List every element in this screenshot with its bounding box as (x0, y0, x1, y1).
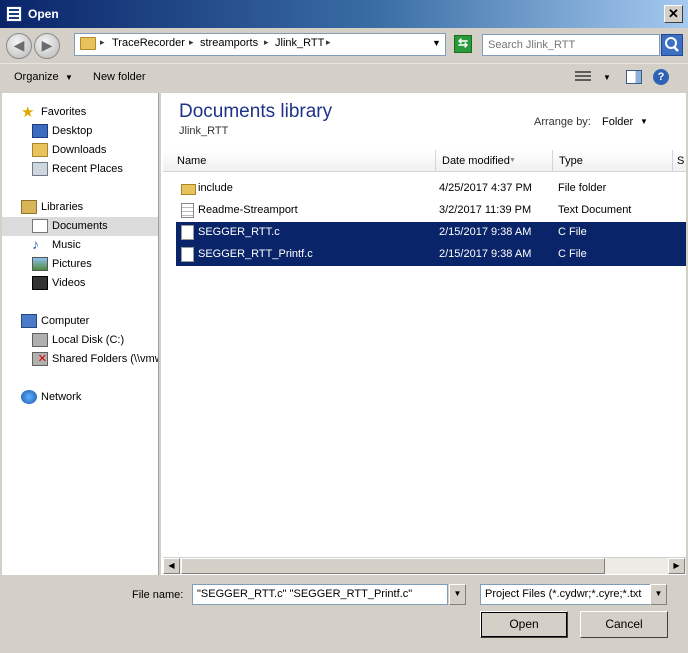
nav-pictures[interactable]: Pictures (2, 255, 158, 274)
file-row[interactable]: include 4/25/2017 4:37 PM File folder (176, 178, 686, 200)
network-icon (21, 390, 37, 404)
nav-music[interactable]: ♪ Music (2, 236, 158, 255)
documents-icon (32, 219, 48, 233)
column-header-row: Name Date modified Type S (163, 150, 686, 172)
chevron-right-icon[interactable]: ▸ (189, 37, 194, 48)
file-date: 2/15/2017 9:38 AM (439, 226, 532, 238)
cancel-button[interactable]: Cancel (580, 611, 668, 638)
forward-button[interactable]: ▶ (34, 33, 60, 59)
refresh-button[interactable]: ⇆ (454, 35, 472, 53)
file-type: File folder (558, 182, 607, 194)
file-type: C File (558, 226, 587, 238)
libraries-icon (21, 200, 37, 214)
address-dropdown-icon[interactable]: ▼ (432, 38, 441, 48)
column-header-size[interactable]: S (673, 150, 686, 172)
library-subtitle: Jlink_RTT (179, 125, 229, 137)
file-name-input[interactable]: "SEGGER_RTT.c" "SEGGER_RTT_Printf.c" (192, 584, 448, 605)
sort-descending-icon: ▼ (509, 157, 516, 164)
breadcrumb-jlink-rtt[interactable]: Jlink_RTT (275, 37, 324, 49)
chevron-down-icon[interactable]: ▼ (603, 73, 611, 82)
file-date: 3/2/2017 11:39 PM (439, 204, 532, 216)
file-type: C File (558, 248, 587, 260)
scrollbar-thumb[interactable] (181, 558, 605, 574)
arrange-by-dropdown[interactable]: Folder (602, 116, 633, 128)
breadcrumb-streamports[interactable]: streamports (200, 37, 258, 49)
arrange-by-label: Arrange by: (534, 116, 591, 128)
file-row-selected[interactable]: SEGGER_RTT.c 2/15/2017 9:38 AM C File (176, 222, 686, 244)
file-name: Readme-Streamport (198, 204, 298, 216)
chevron-right-icon[interactable]: ▸ (326, 37, 331, 48)
breadcrumb-tracerecorder[interactable]: TraceRecorder (112, 37, 185, 49)
videos-icon (32, 276, 48, 290)
file-name-label: File name: (132, 589, 184, 601)
nav-videos[interactable]: Videos (2, 274, 158, 293)
chevron-down-icon[interactable]: ▼ (650, 584, 667, 605)
chevron-down-icon[interactable]: ▼ (449, 584, 466, 605)
window-title: Open (28, 7, 59, 21)
column-header-date-modified[interactable]: Date modified (436, 150, 553, 172)
recent-places-icon (32, 162, 48, 176)
nav-libraries[interactable]: Libraries (2, 198, 158, 217)
c-file-icon (181, 225, 194, 240)
nav-recent-places[interactable]: Recent Places (2, 160, 158, 179)
new-folder-button[interactable]: New folder (93, 71, 146, 83)
file-date: 2/15/2017 9:38 AM (439, 248, 532, 260)
file-date: 4/25/2017 4:37 PM (439, 182, 532, 194)
local-disk-icon (32, 333, 48, 347)
open-button[interactable]: Open (480, 611, 568, 638)
c-file-icon (181, 247, 194, 262)
star-icon: ★ (21, 104, 35, 121)
search-icon[interactable] (661, 34, 683, 56)
file-name: include (198, 182, 233, 194)
preview-pane-icon[interactable] (626, 70, 642, 84)
back-button[interactable]: ◀ (6, 33, 32, 59)
desktop-icon (32, 124, 48, 138)
downloads-folder-icon (32, 143, 48, 157)
folder-icon (80, 37, 96, 50)
text-document-icon (181, 203, 194, 218)
column-header-name[interactable]: Name (171, 150, 436, 172)
chevron-right-icon[interactable]: ▸ (100, 37, 105, 48)
nav-local-disk[interactable]: Local Disk (C:) (2, 331, 158, 350)
file-type-select[interactable]: Project Files (*.cydwr;*.cyre;*.txt (480, 584, 651, 605)
music-icon: ♪ (32, 236, 39, 252)
nav-downloads[interactable]: Downloads (2, 141, 158, 160)
file-row[interactable]: Readme-Streamport 3/2/2017 11:39 PM Text… (176, 200, 686, 222)
nav-desktop[interactable]: Desktop (2, 122, 158, 141)
dialog-icon (6, 6, 22, 22)
organize-button[interactable]: Organize (14, 71, 59, 83)
nav-network[interactable]: Network (2, 388, 158, 407)
folder-icon (181, 184, 196, 195)
chevron-down-icon[interactable]: ▼ (640, 117, 648, 126)
pictures-icon (32, 257, 48, 271)
chevron-right-icon[interactable]: ▸ (264, 37, 269, 48)
title-bar[interactable] (0, 0, 688, 28)
horizontal-scrollbar[interactable]: ◀ ▶ (163, 557, 686, 574)
view-options-icon[interactable] (575, 71, 591, 83)
file-row-selected[interactable]: SEGGER_RTT_Printf.c 2/15/2017 9:38 AM C … (176, 244, 686, 266)
file-name: SEGGER_RTT.c (198, 226, 280, 238)
navigation-pane[interactable]: ★ Favorites Desktop Downloads Recent Pla… (2, 93, 159, 575)
disconnected-drive-icon: ✕ (32, 352, 48, 366)
file-type: Text Document (558, 204, 632, 216)
scroll-left-icon[interactable]: ◀ (163, 558, 180, 574)
help-icon[interactable]: ? (653, 69, 669, 85)
scroll-right-icon[interactable]: ▶ (668, 558, 685, 574)
library-title: Documents library (179, 101, 333, 122)
file-name: SEGGER_RTT_Printf.c (198, 248, 313, 260)
computer-icon (21, 314, 37, 328)
column-header-type[interactable]: Type (553, 150, 673, 172)
close-button[interactable]: ✕ (664, 5, 683, 23)
nav-computer[interactable]: Computer (2, 312, 158, 331)
chevron-down-icon[interactable]: ▼ (65, 73, 73, 82)
nav-documents[interactable]: Documents (2, 217, 158, 236)
search-input[interactable] (482, 34, 660, 56)
nav-shared-folders[interactable]: ✕ Shared Folders (\\vmw (2, 350, 158, 369)
nav-favorites[interactable]: ★ Favorites (2, 103, 158, 122)
